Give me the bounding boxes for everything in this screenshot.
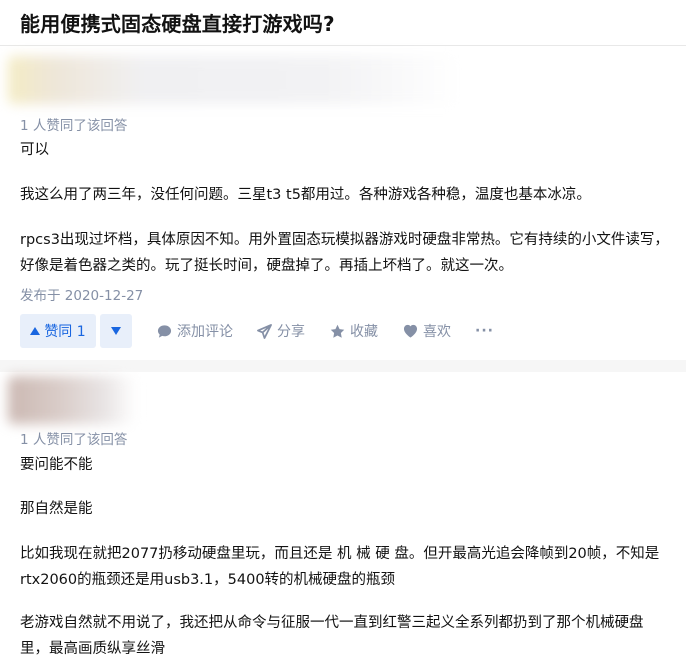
vote-count-text: 1 人赞同了该回答 bbox=[20, 432, 128, 448]
answer-paragraph: 老游戏自然就不用说了，我还把从命令与征服一代一直到红警三起义全系列都扔到了那个机… bbox=[20, 615, 644, 657]
like-button[interactable]: 喜欢 bbox=[403, 314, 451, 348]
collect-label: 收藏 bbox=[350, 324, 378, 340]
more-icon: ··· bbox=[475, 323, 494, 339]
upvote-label: 赞同 1 bbox=[44, 324, 86, 340]
comment-label: 添加评论 bbox=[177, 324, 233, 340]
publish-date[interactable]: 发布于 2020-12-27 bbox=[20, 284, 143, 304]
share-icon bbox=[257, 323, 272, 339]
answer-paragraph: 我这么用了两三年，没任何问题。三星t3 t5都用过。各种游戏各种稳，温度也基本冰… bbox=[20, 187, 591, 203]
caret-down-icon bbox=[111, 327, 121, 335]
like-label: 喜欢 bbox=[423, 324, 451, 340]
answer-paragraph: 那自然是能 bbox=[20, 501, 93, 517]
answer-paragraph: 可以 bbox=[20, 142, 49, 158]
answer-paragraph: 要问能不能 bbox=[20, 457, 93, 473]
author-info-blurred bbox=[8, 56, 460, 104]
comment-icon bbox=[157, 324, 172, 338]
question-title[interactable]: 能用便携式固态硬盘直接打游戏吗? bbox=[20, 8, 335, 37]
collect-button[interactable]: 收藏 bbox=[330, 314, 378, 348]
answer-paragraph: rpcs3出现过坏档，具体原因不知。用外置固态玩模拟器游戏时硬盘非常热。它有持续… bbox=[20, 232, 669, 274]
answer-actions: 赞同 1 添加评论 分享 收藏 喜欢 ··· bbox=[20, 314, 670, 348]
share-label: 分享 bbox=[277, 324, 305, 340]
star-icon bbox=[330, 324, 345, 338]
vote-count-text: 1 人赞同了该回答 bbox=[20, 118, 128, 134]
author-info-blurred bbox=[8, 376, 136, 424]
share-button[interactable]: 分享 bbox=[257, 314, 305, 348]
answer-paragraph: 比如我现在就把2077扔移动硬盘里玩，而且还是 机 械 硬 盘。但开最高光追会降… bbox=[20, 546, 660, 588]
caret-up-icon bbox=[30, 327, 41, 335]
upvote-button[interactable]: 赞同 1 bbox=[20, 314, 96, 348]
answer-divider bbox=[0, 360, 686, 372]
more-button[interactable]: ··· bbox=[475, 314, 494, 348]
downvote-button[interactable] bbox=[100, 314, 132, 348]
question-header: 能用便携式固态硬盘直接打游戏吗? bbox=[0, 0, 686, 46]
comment-button[interactable]: 添加评论 bbox=[157, 314, 233, 348]
heart-icon bbox=[403, 324, 418, 338]
